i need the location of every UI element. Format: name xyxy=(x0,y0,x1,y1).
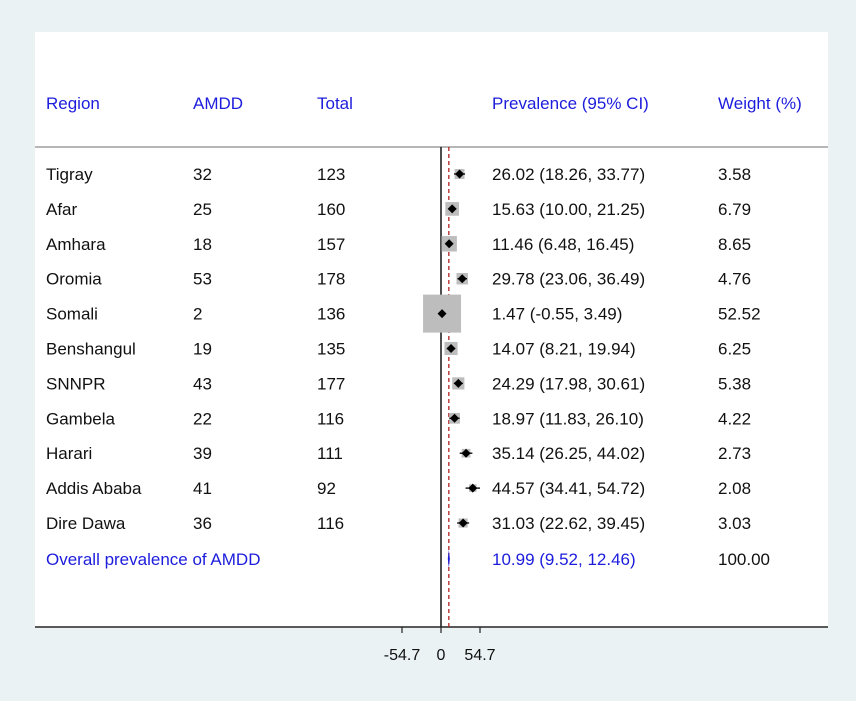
row-prevalence-ci: 1.47 (-0.55, 3.49) xyxy=(492,305,622,324)
row-total: 136 xyxy=(317,305,345,324)
row-amdd: 39 xyxy=(193,444,212,463)
study-row: Dire Dawa 36 116 31.03 (22.62, 39.45) 3.03 xyxy=(46,514,751,533)
overall-row: Overall prevalence of AMDD 10.99 (9.52, 1… xyxy=(46,550,770,569)
study-row: Afar 25 160 15.63 (10.00, 21.25) 6.79 xyxy=(46,200,751,219)
row-region: Amhara xyxy=(46,235,106,254)
row-region: Oromia xyxy=(46,270,102,289)
header-prevalence: Prevalence (95% CI) xyxy=(492,94,649,113)
row-weight: 2.08 xyxy=(718,479,751,498)
row-amdd: 25 xyxy=(193,200,212,219)
study-row: Gambela 22 116 18.97 (11.83, 26.10) 4.22 xyxy=(46,409,751,428)
row-prevalence-ci: 11.46 (6.48, 16.45) xyxy=(492,235,634,254)
row-total: 116 xyxy=(317,514,344,533)
row-total: 160 xyxy=(317,200,345,219)
row-amdd: 32 xyxy=(193,165,212,184)
x-axis: -54.7 0 54.7 xyxy=(384,627,496,664)
row-region: Dire Dawa xyxy=(46,514,126,533)
row-weight: 6.79 xyxy=(718,200,751,219)
x-tick-label: -54.7 xyxy=(384,647,421,664)
forest-plot: Region AMDD Total Prevalence (95% CI) We… xyxy=(35,94,828,664)
row-region: Tigray xyxy=(46,165,93,184)
overall-prevalence-ci: 10.99 (9.52, 12.46) xyxy=(492,550,636,569)
row-total: 157 xyxy=(317,235,345,254)
header-weight: Weight (%) xyxy=(718,94,802,113)
row-prevalence-ci: 35.14 (26.25, 44.02) xyxy=(492,444,645,463)
row-total: 92 xyxy=(317,479,336,498)
row-prevalence-ci: 44.57 (34.41, 54.72) xyxy=(492,479,645,498)
row-prevalence-ci: 26.02 (18.26, 33.77) xyxy=(492,165,645,184)
row-amdd: 2 xyxy=(193,305,202,324)
plot-marks xyxy=(423,147,481,627)
row-total: 111 xyxy=(317,444,343,463)
study-row: Amhara 18 157 11.46 (6.48, 16.45) 8.65 xyxy=(46,235,751,254)
x-tick-label: 54.7 xyxy=(464,647,495,664)
header-region: Region xyxy=(46,94,100,113)
row-amdd: 36 xyxy=(193,514,212,533)
row-amdd: 22 xyxy=(193,409,212,428)
row-region: Addis Ababa xyxy=(46,479,142,498)
overall-label: Overall prevalence of AMDD xyxy=(46,550,260,569)
row-total: 177 xyxy=(317,374,345,393)
row-prevalence-ci: 24.29 (17.98, 30.61) xyxy=(492,374,645,393)
row-prevalence-ci: 14.07 (8.21, 19.94) xyxy=(492,340,636,359)
header-row: Region AMDD Total Prevalence (95% CI) We… xyxy=(46,94,802,113)
row-weight: 6.25 xyxy=(718,340,751,359)
study-row: Oromia 53 178 29.78 (23.06, 36.49) 4.76 xyxy=(46,270,751,289)
row-prevalence-ci: 15.63 (10.00, 21.25) xyxy=(492,200,645,219)
row-region: Afar xyxy=(46,200,78,219)
row-prevalence-ci: 18.97 (11.83, 26.10) xyxy=(492,409,644,428)
row-region: Somali xyxy=(46,305,98,324)
overall-diamond xyxy=(447,549,450,568)
row-region: Benshangul xyxy=(46,340,136,359)
row-weight: 4.76 xyxy=(718,270,751,289)
study-row: SNNPR 43 177 24.29 (17.98, 30.61) 5.38 xyxy=(46,374,751,393)
study-row: Tigray 32 123 26.02 (18.26, 33.77) 3.58 xyxy=(46,165,751,184)
row-weight: 5.38 xyxy=(718,374,751,393)
row-weight: 8.65 xyxy=(718,235,751,254)
row-prevalence-ci: 31.03 (22.62, 39.45) xyxy=(492,514,645,533)
row-region: Harari xyxy=(46,444,92,463)
row-weight: 52.52 xyxy=(718,305,761,324)
study-rows: Tigray 32 123 26.02 (18.26, 33.77) 3.58 Afar 2… xyxy=(46,165,770,569)
row-total: 135 xyxy=(317,340,345,359)
study-row: Benshangul 19 135 14.07 (8.21, 19.94) 6.25 xyxy=(46,340,751,359)
row-weight: 3.03 xyxy=(718,514,751,533)
row-amdd: 18 xyxy=(193,235,212,254)
overall-weight: 100.00 xyxy=(718,550,770,569)
row-total: 178 xyxy=(317,270,345,289)
row-weight: 2.73 xyxy=(718,444,751,463)
row-amdd: 41 xyxy=(193,479,212,498)
row-region: Gambela xyxy=(46,409,116,428)
row-amdd: 43 xyxy=(193,374,212,393)
row-amdd: 53 xyxy=(193,270,212,289)
row-prevalence-ci: 29.78 (23.06, 36.49) xyxy=(492,270,645,289)
row-amdd: 19 xyxy=(193,340,212,359)
x-tick-label: 0 xyxy=(437,647,446,664)
row-total: 123 xyxy=(317,165,345,184)
study-row: Somali 2 136 1.47 (-0.55, 3.49) 52.52 xyxy=(46,305,761,324)
header-total: Total xyxy=(317,94,353,113)
study-row: Harari 39 111 35.14 (26.25, 44.02) 2.73 xyxy=(46,444,751,463)
study-row: Addis Ababa 41 92 44.57 (34.41, 54.72) 2.08 xyxy=(46,479,751,498)
row-weight: 3.58 xyxy=(718,165,751,184)
row-weight: 4.22 xyxy=(718,409,751,428)
row-total: 116 xyxy=(317,409,344,428)
row-region: SNNPR xyxy=(46,374,106,393)
header-amdd: AMDD xyxy=(193,94,243,113)
